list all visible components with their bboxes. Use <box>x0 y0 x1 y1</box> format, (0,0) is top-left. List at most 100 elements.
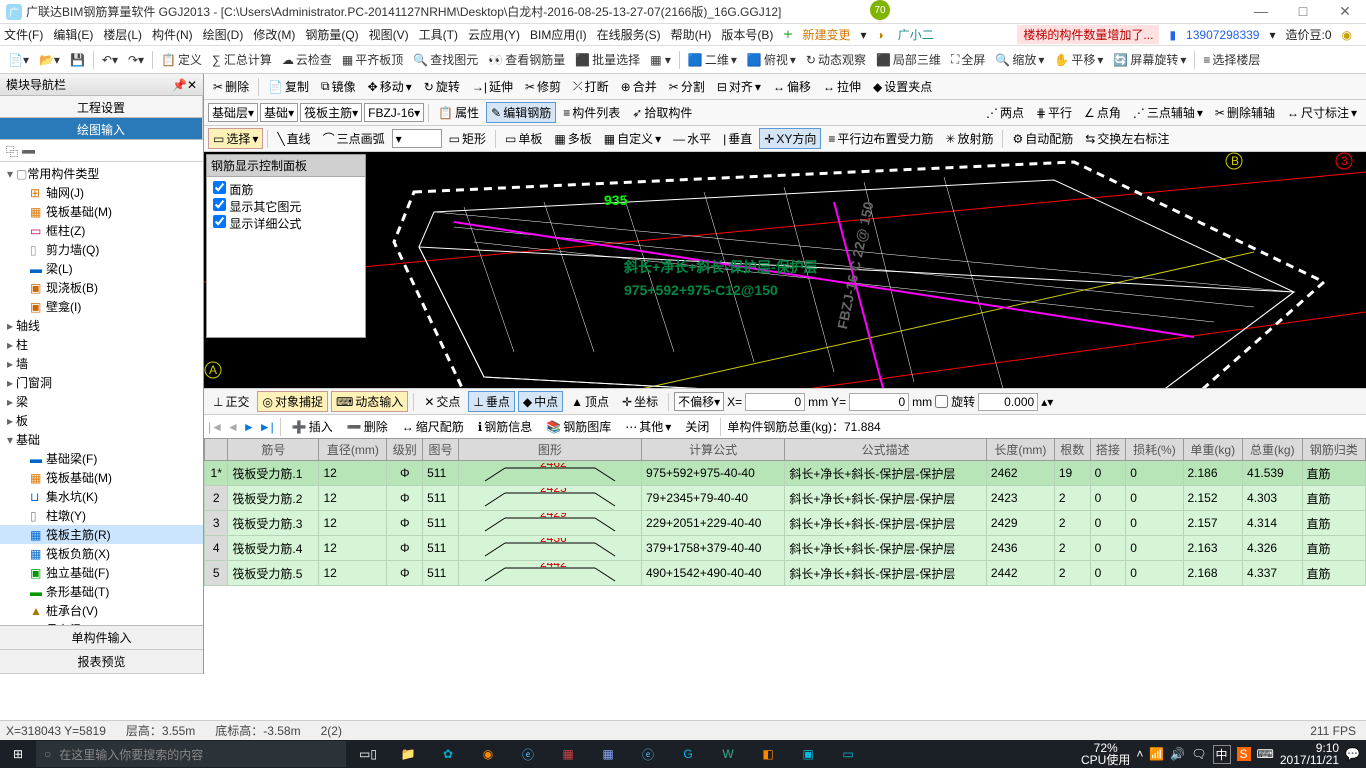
fullscreen-button[interactable]: ⛶ 全屏 <box>947 49 989 70</box>
parallel-force-button[interactable]: ≡ 平行边布置受力筋 <box>823 128 938 149</box>
mirror-button[interactable]: ⧉ 镜像 <box>316 76 361 97</box>
split-button[interactable]: ✂ 分割 <box>664 76 710 97</box>
app3-icon[interactable]: ▦ <box>550 741 586 767</box>
menu-tool[interactable]: 工具(T) <box>419 26 458 43</box>
mid-button[interactable]: ◆ 中点 <box>518 391 563 412</box>
tree-column[interactable]: 柱 <box>16 336 28 353</box>
menu-online[interactable]: 在线服务(S) <box>597 26 661 43</box>
bean-icon[interactable]: ◉ <box>1342 28 1352 42</box>
cpu-meter[interactable]: 72%CPU使用 <box>1081 742 1130 766</box>
tree-item-selected[interactable]: 筏板主筋(R) <box>46 526 111 543</box>
save-icon[interactable]: 💾 <box>66 51 89 69</box>
tree-item[interactable]: 桩承台(V) <box>46 602 98 619</box>
close-panel-icon[interactable]: ✕ <box>187 78 197 92</box>
col-header[interactable] <box>205 439 228 461</box>
menu-rebar[interactable]: 钢筋量(Q) <box>305 26 358 43</box>
break-button[interactable]: ⤫ 打断 <box>568 76 614 97</box>
rebar-qty-button[interactable]: 👀 查看钢筋量 <box>484 49 569 70</box>
menu-view[interactable]: 视图(V) <box>369 26 409 43</box>
tree-axis[interactable]: 轴线 <box>16 317 40 334</box>
spinner-icon[interactable]: ▴▾ <box>1041 395 1053 409</box>
start-icon[interactable]: ⊞ <box>0 747 36 761</box>
menu-draw[interactable]: 绘图(D) <box>203 26 244 43</box>
menu-cloud[interactable]: 云应用(Y) <box>468 26 520 43</box>
line-icon[interactable]: ➖ <box>21 145 36 159</box>
radial-button[interactable]: ✳ 放射筋 <box>940 128 998 149</box>
grip-button[interactable]: ◆ 设置夹点 <box>868 76 937 97</box>
line-button[interactable]: ╲ 直线 <box>272 128 315 149</box>
app6-icon[interactable]: ◧ <box>750 741 786 767</box>
rotate-button[interactable]: ↻ 旋转 <box>419 76 465 97</box>
volume-icon[interactable]: 🔊 <box>1170 747 1185 761</box>
osnap-button[interactable]: ◎ 对象捕捉 <box>257 391 328 412</box>
col-header[interactable]: 单重(kg) <box>1183 439 1243 461</box>
rebar-lib-button[interactable]: 📚 钢筋图库 <box>541 416 616 437</box>
cloud-check-button[interactable]: ☁ 云检查 <box>278 49 336 70</box>
app7-icon[interactable]: ▣ <box>790 741 826 767</box>
col-header[interactable]: 总重(kg) <box>1243 439 1303 461</box>
rebar-grid[interactable]: 筋号直径(mm)级别图号图形计算公式公式描述长度(mm)根数搭接损耗(%)单重(… <box>204 438 1366 674</box>
dynin-button[interactable]: ⌨ 动态输入 <box>331 391 408 412</box>
col-header[interactable]: 计算公式 <box>641 439 784 461</box>
word-icon[interactable]: W <box>710 741 746 767</box>
tab-settings[interactable]: 工程设置 <box>0 96 203 117</box>
align-button[interactable]: ⊟ 对齐 ▾ <box>712 76 766 97</box>
user-name[interactable]: 广小二 <box>898 26 934 43</box>
xy-button[interactable]: ✛ XY方向 <box>759 128 821 149</box>
col-header[interactable]: 搭接 <box>1090 439 1126 461</box>
three-point-button[interactable]: ⋰ 三点辅轴 ▾ <box>1128 102 1208 123</box>
task-view-icon[interactable]: ▭▯ <box>350 741 386 767</box>
single-input-button[interactable]: 单构件输入 <box>0 626 203 650</box>
col-header[interactable]: 图形 <box>458 439 641 461</box>
pan-button[interactable]: ✋ 平移 ▾ <box>1050 49 1107 70</box>
props-button[interactable]: 📋 属性 <box>433 102 484 123</box>
edit-rebar-button[interactable]: ✎ 编辑钢筋 <box>486 102 556 123</box>
ime2-icon[interactable]: S <box>1237 747 1251 761</box>
table-row[interactable]: 4筏板受力筋.412Φ511 2436 379+1758+379-40-40斜长… <box>205 536 1366 561</box>
windows-taskbar[interactable]: ⊞ ○ 在这里输入你要搜索的内容 ▭▯ 📁 ✿ ◉ ⓔ ▦ ▦ ⓔ G W ◧ … <box>0 740 1366 768</box>
close-icon[interactable]: ✕ <box>1330 3 1360 20</box>
check-other-elem[interactable]: 显示其它图元 <box>213 198 359 215</box>
multi-slab-button[interactable]: ▦ 多板 <box>549 128 596 149</box>
menu-edit[interactable]: 编辑(E) <box>53 26 93 43</box>
check-top-rebar[interactable]: 面筋 <box>213 181 359 198</box>
check-formula[interactable]: 显示详细公式 <box>213 215 359 232</box>
tree-item[interactable]: 柱墩(Y) <box>46 507 86 524</box>
edge-icon[interactable]: ⓔ <box>510 741 546 767</box>
add-shape-icon[interactable]: ⿻ <box>6 145 18 159</box>
floor-select[interactable]: 基础层 ▾ <box>208 103 258 122</box>
tree-opening[interactable]: 门窗洞 <box>16 374 52 391</box>
app8-icon[interactable]: ▭ <box>830 741 866 767</box>
find-button[interactable]: 🔍 查找图元 <box>409 49 482 70</box>
ortho-button[interactable]: ⊥ 正交 <box>208 391 254 412</box>
table-row[interactable]: 2筏板受力筋.212Φ511 2423 79+2345+79-40-40斜长+净… <box>205 486 1366 511</box>
orbit-button[interactable]: ↻ 动态观察 <box>802 49 870 70</box>
parallel-aux-button[interactable]: ⋕ 平行 <box>1031 102 1077 123</box>
select-floor-button[interactable]: ≡ 选择楼层 <box>1199 49 1264 70</box>
battery-icon[interactable]: 🗨 <box>1191 747 1206 761</box>
tree-item[interactable]: 条形基础(T) <box>46 583 109 600</box>
perp-button[interactable]: ⊥ 垂点 <box>468 391 514 412</box>
tree-item[interactable]: 现浇板(B) <box>46 279 98 296</box>
tree-item[interactable]: 筏板基础(M) <box>46 469 112 486</box>
ime-icon[interactable]: 中 <box>1213 745 1231 764</box>
tree-foundation[interactable]: 基础 <box>16 431 40 448</box>
col-header[interactable]: 直径(mm) <box>319 439 387 461</box>
first-icon[interactable]: |◄ <box>208 420 223 434</box>
col-header[interactable]: 公式描述 <box>785 439 987 461</box>
avatar-icon[interactable]: ◑ <box>877 28 884 42</box>
trim-button[interactable]: ✂ 修剪 <box>520 76 566 97</box>
menu-version[interactable]: 版本号(B) <box>721 26 773 43</box>
tree-item[interactable]: 独立基础(F) <box>46 564 109 581</box>
menu-bim[interactable]: BIM应用(I) <box>530 26 587 43</box>
offset-select[interactable]: 不偏移 ▾ <box>674 392 724 411</box>
app5-icon[interactable]: G <box>670 741 706 767</box>
rebar-info-button[interactable]: ℹ 钢筋信息 <box>473 416 538 437</box>
next-icon[interactable]: ► <box>243 420 255 434</box>
rebar-display-panel[interactable]: 钢筋显示控制面板 面筋 显示其它图元 显示详细公式 <box>206 154 366 338</box>
custom-button[interactable]: ▦ 自定义 ▾ <box>599 128 666 149</box>
member-type-select[interactable]: 基础 ▾ <box>260 103 298 122</box>
table-row[interactable]: 1*筏板受力筋.112Φ511 2462 975+592+975-40-40斜长… <box>205 461 1366 486</box>
dim-button[interactable]: ↔ 尺寸标注 ▾ <box>1282 102 1362 123</box>
tree-item[interactable]: 梁(L) <box>46 260 73 277</box>
